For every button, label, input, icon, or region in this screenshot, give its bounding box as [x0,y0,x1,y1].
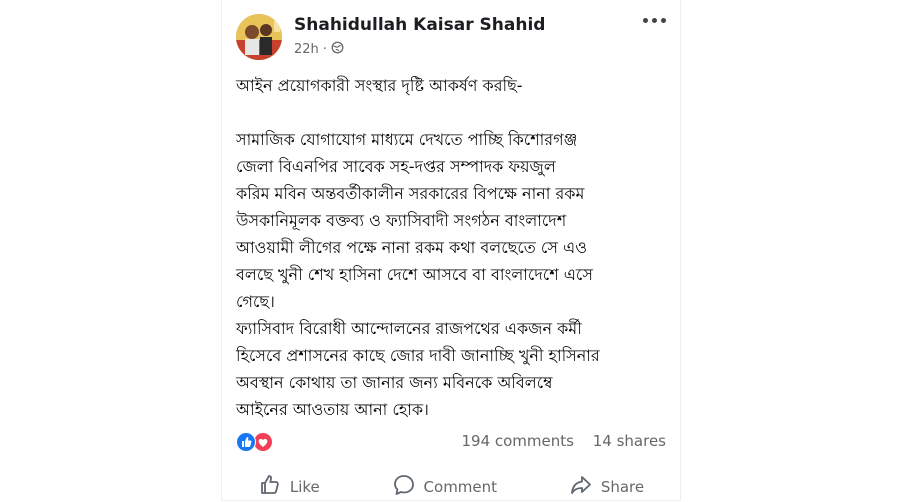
comment-button[interactable]: Comment [392,473,498,501]
post-text: আইন প্রয়োগকারী সংস্থার দৃষ্টি আকর্ষণ কর… [236,72,668,423]
share-label: Share [600,478,645,496]
post-paragraph-1: সামাজিক যোগাযোগ মাধ্যমে দেখতে পাচ্ছি কিশ… [236,126,668,315]
post-actions: Like Comment Share [222,472,680,502]
like-button[interactable]: Like [258,473,320,501]
like-reaction-icon [236,432,256,452]
comments-count[interactable]: 194 comments [461,432,573,450]
text-line: আইনের আওতায় আনা হোক। [236,400,429,419]
author-name[interactable]: Shahidullah Kaisar Shahid [294,15,545,35]
text-line: গেছে। [236,292,275,311]
love-reaction-icon [253,432,273,452]
text-line: সামাজিক যোগাযোগ মাধ্যমে দেখতে পাচ্ছি কিশ… [236,130,578,149]
text-line: আওয়ামী লীগের পক্ষে নানা রকম কথা বলছেতে … [236,238,587,257]
reactions-summary[interactable] [236,432,276,452]
text-line: অবস্থান কোথায় তা জানার জন্য মবিনকে অবিল… [236,373,553,392]
share-button[interactable]: Share [569,473,644,501]
shares-count[interactable]: 14 shares [593,432,666,450]
share-arrow-icon [569,473,593,501]
text-line: বলছে খুনী শেখ হাসিনা দেশে আসবে বা বাংলাদ… [236,265,593,284]
post-meta: 22h · [294,41,344,58]
text-line: উসকানিমূলক বক্তব্য ও ফ্যাসিবাদী সংগঠন বা… [236,211,567,230]
comment-bubble-icon [392,473,416,501]
more-dots-icon[interactable] [643,18,666,23]
engagement-counts: 194 comments 14 shares [461,432,666,450]
post-card: Shahidullah Kaisar Shahid 22h · আইন প্রয… [222,0,680,500]
avatar[interactable] [236,14,282,60]
like-label: Like [289,478,320,496]
post-paragraph-2: ফ্যাসিবাদ বিরোধী আন্দোলনের রাজপথের একজন … [236,315,668,423]
comment-label: Comment [423,478,498,496]
thumbs-up-icon [258,473,282,501]
text-line: করিম মবিন অন্তবর্তীকালীন সরকারের বিপক্ষে… [236,184,585,203]
meta-separator: · [322,42,327,57]
text-line: জেলা বিএনপির সাবেক সহ-দপ্তর সম্পাদক ফয়জ… [236,157,556,176]
post-stats: 194 comments 14 shares [236,430,666,454]
text-line: ফ্যাসিবাদ বিরোধী আন্দোলনের রাজপথের একজন … [236,319,582,338]
post-header: Shahidullah Kaisar Shahid 22h · [236,12,666,62]
globe-icon[interactable] [331,41,344,58]
post-intro-line: আইন প্রয়োগকারী সংস্থার দৃষ্টি আকর্ষণ কর… [236,76,523,95]
text-line: হিসেবে প্রশাসনের কাছে জোর দাবী জানাচ্ছি … [236,346,600,365]
post-time[interactable]: 22h [294,42,319,57]
avatar-image [236,14,282,60]
